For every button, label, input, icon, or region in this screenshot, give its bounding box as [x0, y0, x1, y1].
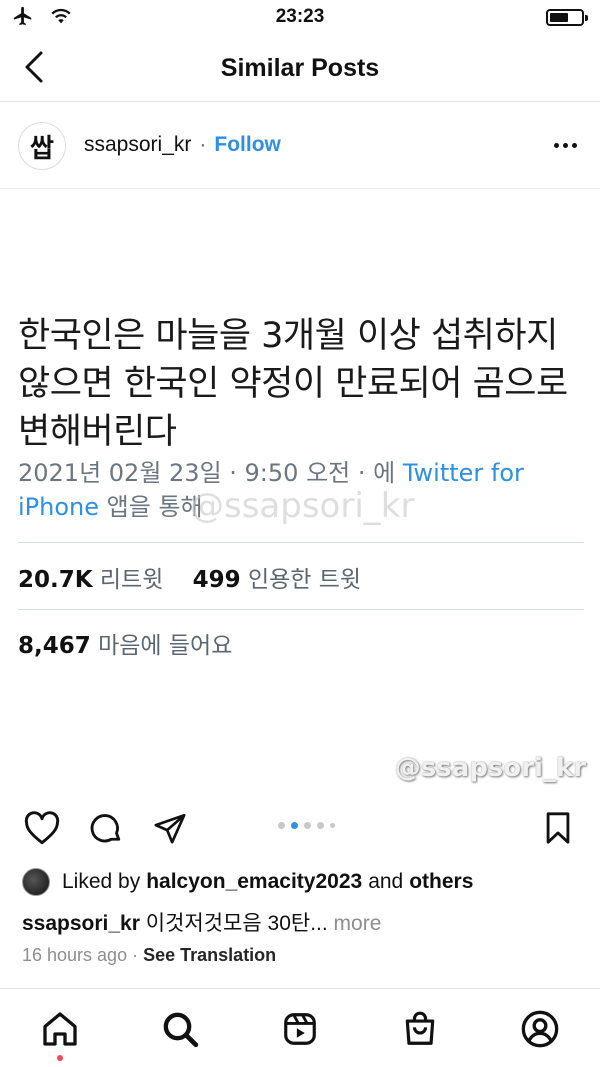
reels-icon [284, 1013, 316, 1045]
like-button[interactable] [22, 808, 62, 848]
liked-by-prefix: Liked by [62, 870, 141, 893]
caption-username[interactable]: ssapsori_kr [22, 912, 140, 935]
watermark-bottom: @ssapsori_kr [394, 753, 586, 783]
time-separator: · [132, 945, 139, 965]
see-translation-link[interactable]: See Translation [143, 945, 276, 965]
bookmark-icon [546, 812, 570, 844]
comment-icon [90, 814, 121, 843]
tweet-date: 2021년 02월 23일 · 9:50 오전 · 에 [18, 459, 396, 487]
liked-by-and: and [368, 870, 404, 893]
quotes-label: 인용한 트윗 [247, 567, 362, 593]
tweet-stats: 20.7K 리트윗 499 인용한 트윗 [18, 560, 361, 594]
tweet-likes: 8,467 마음에 들어요 [18, 626, 232, 660]
tab-reels[interactable] [278, 1007, 322, 1051]
tweet-likes-label: 마음에 들어요 [98, 633, 233, 659]
comment-button[interactable] [86, 808, 126, 848]
retweets-label: 리트윗 [99, 567, 164, 593]
status-bar: 23:23 [0, 0, 600, 34]
tweet-likes-count: 8,467 [18, 633, 91, 659]
send-icon [154, 813, 186, 844]
carousel-indicator [278, 822, 335, 829]
more-dot [553, 142, 559, 148]
divider [18, 609, 584, 610]
tweet-text: 한국인은 마늘을 3개월 이상 섭취하지 않으면 한국인 약정이 만료되어 곰으… [18, 316, 568, 452]
liked-by-row: Liked by halcyon_emacity2023 and others [22, 866, 479, 898]
bottom-tab-bar [0, 988, 600, 1067]
tab-shop[interactable] [398, 1007, 442, 1051]
more-dot [562, 142, 568, 148]
carousel-dot [278, 822, 285, 829]
caption-text: 이것저것모음 30탄... [145, 912, 328, 935]
carousel-dot [291, 822, 298, 829]
avatar[interactable]: 쌉 [18, 122, 66, 170]
share-button[interactable] [150, 808, 190, 848]
post-time: 16 hours ago [22, 945, 128, 965]
nav-header: Similar Posts [0, 34, 600, 102]
tab-home[interactable] [38, 1007, 82, 1051]
liked-by-user[interactable]: halcyon_emacity2023 [146, 870, 362, 894]
search-icon [163, 1012, 199, 1048]
profile-icon [521, 1010, 559, 1048]
status-time: 23:23 [275, 6, 325, 27]
follow-button[interactable]: Follow [214, 133, 281, 157]
post-time-row: 16 hours ago · See Translation [22, 945, 276, 966]
ellipsis-icon[interactable] [550, 133, 580, 157]
notification-dot [57, 1055, 63, 1061]
battery-icon [546, 9, 588, 26]
separator-dot: · [199, 133, 207, 156]
divider [18, 542, 584, 543]
retweets-count: 20.7K [18, 567, 93, 593]
post-username[interactable]: ssapsori_kr [84, 133, 191, 157]
carousel-dot [330, 823, 335, 828]
page-title: Similar Posts [220, 54, 380, 82]
liked-by-avatar[interactable] [22, 868, 50, 896]
save-button[interactable] [538, 808, 578, 848]
post-header: 쌉 ssapsori_kr · Follow [0, 103, 600, 189]
username-row: ssapsori_kr · Follow [84, 133, 281, 157]
tab-search[interactable] [158, 1007, 202, 1051]
liked-by-others[interactable]: others [409, 870, 473, 894]
caption-more-link[interactable]: more [334, 912, 382, 935]
shop-icon [405, 1011, 435, 1045]
more-dot [571, 142, 577, 148]
heart-icon [24, 811, 60, 845]
carousel-dot [317, 822, 324, 829]
carousel-dot [304, 822, 311, 829]
battery-level [550, 13, 568, 22]
post-actions [0, 800, 600, 856]
home-icon [43, 1012, 77, 1046]
post-image[interactable]: 한국인은 마늘을 3개월 이상 섭취하지 않으면 한국인 약정이 만료되어 곰으… [0, 190, 600, 800]
post-caption: ssapsori_kr 이것저것모음 30탄... more [22, 907, 381, 937]
tweet-source-suffix: 앱을 통해 [106, 493, 203, 521]
tab-profile[interactable] [518, 1007, 562, 1051]
watermark-middle: @ssapsori_kr [190, 486, 415, 526]
quotes-count: 499 [192, 567, 241, 593]
